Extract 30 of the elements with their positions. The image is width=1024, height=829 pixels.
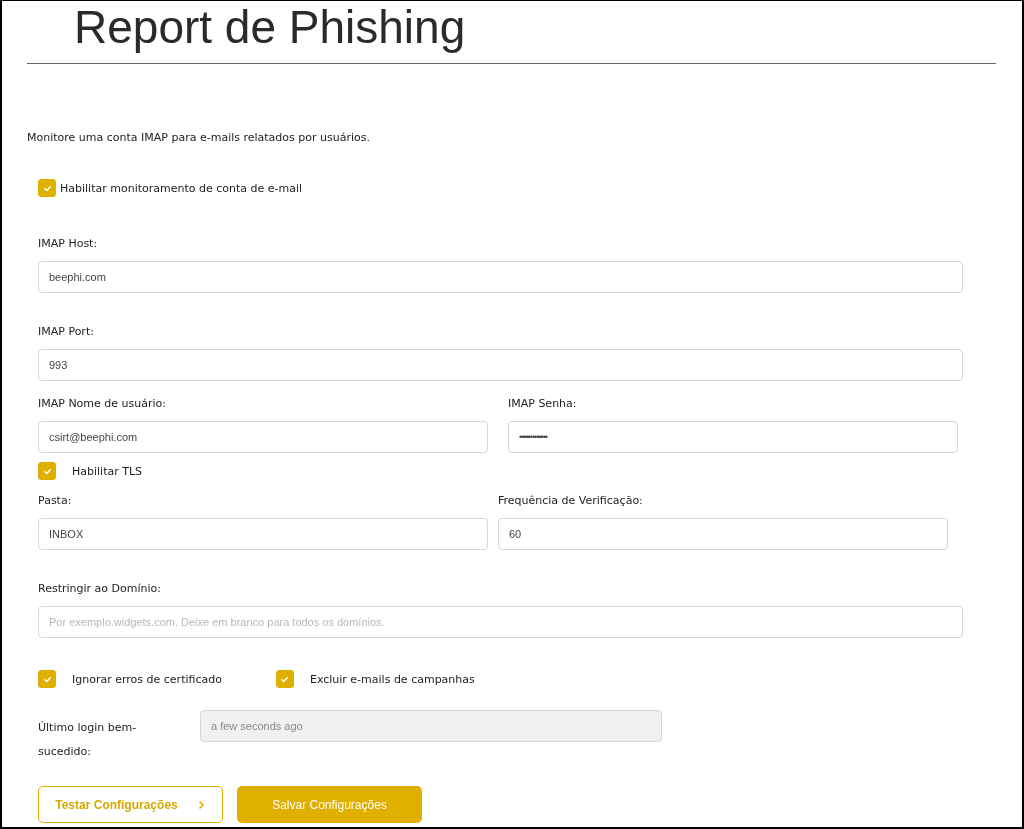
field-label: IMAP Host: xyxy=(38,237,99,251)
checkbox[interactable] xyxy=(275,670,294,688)
description-text: Monitore uma conta IMAP para e-mails relatados por usuários. xyxy=(27,131,371,144)
page-title: Report de Phishing xyxy=(73,1,467,53)
checkbox[interactable] xyxy=(38,179,56,197)
field-label: IMAP Senha: xyxy=(508,397,578,411)
input-field[interactable]: 993 xyxy=(38,349,963,381)
password-field[interactable]: ••••••••••••• xyxy=(508,421,958,453)
field-label: IMAP Nome de usuário: xyxy=(38,397,167,411)
field-label: Último login bem-sucedido: xyxy=(38,720,138,760)
input-field[interactable]: beephi.com xyxy=(38,261,963,293)
checkbox-label: Habilitar TLS xyxy=(72,464,143,478)
checkmark-icon xyxy=(42,466,52,476)
input-field[interactable]: Por exemplo.widgets.com. Deixe em branco para todos os domínios. xyxy=(38,606,963,638)
field-label: Restringir ao Domínio: xyxy=(38,582,162,596)
checkmark-icon xyxy=(42,674,52,684)
field-label: Pasta: xyxy=(38,494,73,508)
checkbox[interactable] xyxy=(38,462,56,480)
checkbox-label: Ignorar erros de certificado xyxy=(72,672,222,686)
input-field[interactable]: csirt@beephi.com xyxy=(38,421,488,453)
input-field[interactable]: 60 xyxy=(498,518,948,550)
input-field[interactable]: INBOX xyxy=(38,518,488,550)
field-label: Frequência de Verificação: xyxy=(498,494,644,508)
checkmark-icon xyxy=(42,183,52,193)
checkbox-label: Excluir e-mails de campanhas xyxy=(309,672,475,686)
checkmark-icon xyxy=(280,674,290,684)
checkbox[interactable] xyxy=(38,670,56,688)
checkbox-label: Habilitar monitoramento de conta de e-mail xyxy=(60,181,303,195)
readonly-field: a few seconds ago xyxy=(200,710,662,742)
field-label: IMAP Port: xyxy=(38,325,95,339)
